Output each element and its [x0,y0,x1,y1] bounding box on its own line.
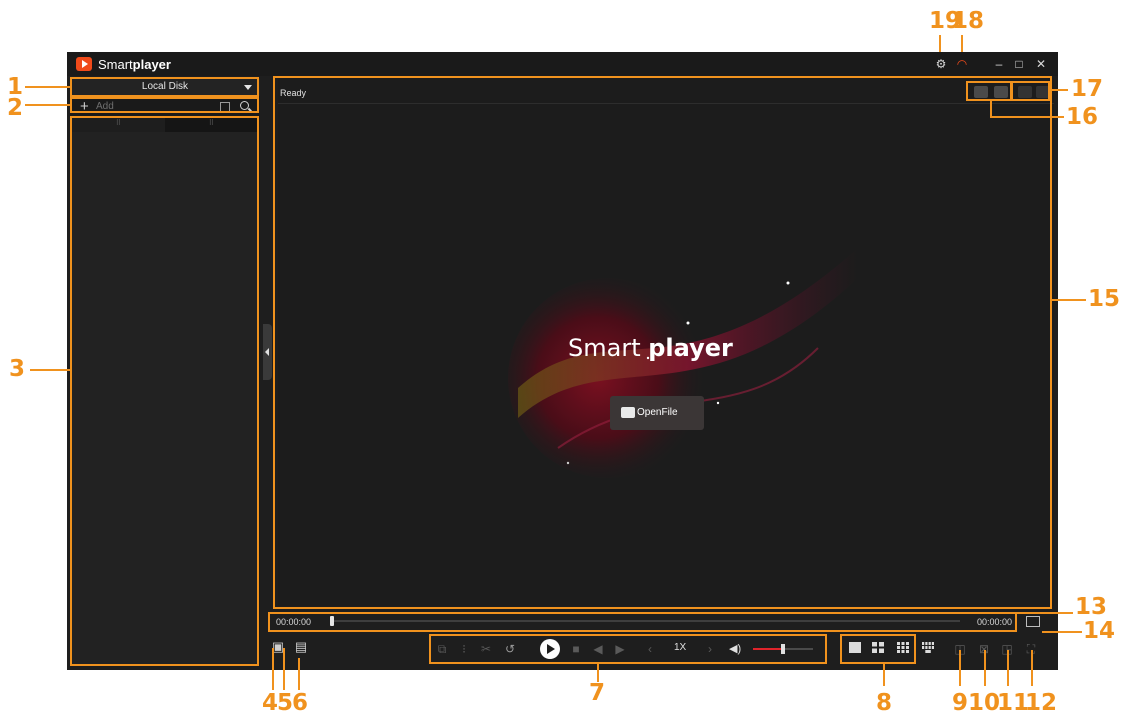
leader-line-19 [939,35,941,52]
annotation-box-7 [429,634,827,664]
leader-line-1 [25,86,71,88]
callout-17: 17 [1071,76,1104,102]
minimize-button[interactable]: – [991,56,1007,72]
split-more-icon[interactable] [922,642,934,653]
leader-line-10 [984,650,986,686]
annotation-box-3 [70,116,259,666]
leader-line-11 [1007,650,1009,686]
toolbox-icon[interactable]: ▤ [293,639,309,655]
leader-line-5 [283,648,285,690]
leader-line-14 [1042,631,1082,633]
callout-7: 7 [589,680,606,706]
callout-13: 13 [1075,594,1108,620]
leader-line-9 [959,650,961,686]
callout-2: 2 [7,95,24,121]
app-logo-icon [76,57,92,71]
annotation-box-16 [966,81,1012,101]
app-title-bold: player [132,57,171,72]
settings-gear-icon[interactable]: ⚙ [933,56,949,72]
app-title: Smartplayer [98,57,171,72]
headset-support-icon[interactable]: ◠ [954,56,970,72]
callout-16: 16 [1066,104,1099,130]
annotated-screenshot: Smartplayer ⚙ ◠ – □ ✕ Local Disk + Add ⠿… [0,0,1130,725]
callout-10: 10 [968,690,1001,716]
callout-8: 8 [876,690,893,716]
leader-line-18 [961,35,963,52]
leader-line-2 [25,104,71,106]
title-bar: Smartplayer ⚙ ◠ – □ ✕ [67,52,1058,76]
callout-4: 4 [262,690,279,716]
leader-line-12 [1031,650,1033,686]
leader-line-15 [1052,299,1086,301]
leader-line-4 [272,648,274,690]
annotation-box-15 [273,76,1052,609]
app-title-light: Smart [98,57,133,72]
annotation-box-2 [70,97,259,113]
frame-mode-button[interactable] [1026,616,1040,627]
callout-6: 6 [292,690,309,716]
callout-15: 15 [1088,286,1121,312]
leader-line-3 [30,369,71,371]
callout-5: 5 [277,690,294,716]
leader-line-16b [990,116,1064,118]
callout-14: 14 [1083,618,1116,644]
leader-line-6 [298,658,300,690]
leader-line-8 [883,664,885,686]
collapse-sidebar-button[interactable] [263,324,272,380]
annotation-box-8 [840,634,916,664]
annotation-box-13 [268,612,1017,632]
leader-line-17 [1048,89,1068,91]
close-button[interactable]: ✕ [1033,56,1049,72]
annotation-box-17 [1011,81,1050,101]
callout-12: 12 [1025,690,1058,716]
annotation-box-1 [70,77,259,97]
callout-3: 3 [9,356,26,382]
leader-line-13 [1017,612,1073,614]
callout-19: 19 [929,8,962,34]
maximize-button[interactable]: □ [1011,56,1027,72]
callout-9: 9 [952,690,969,716]
